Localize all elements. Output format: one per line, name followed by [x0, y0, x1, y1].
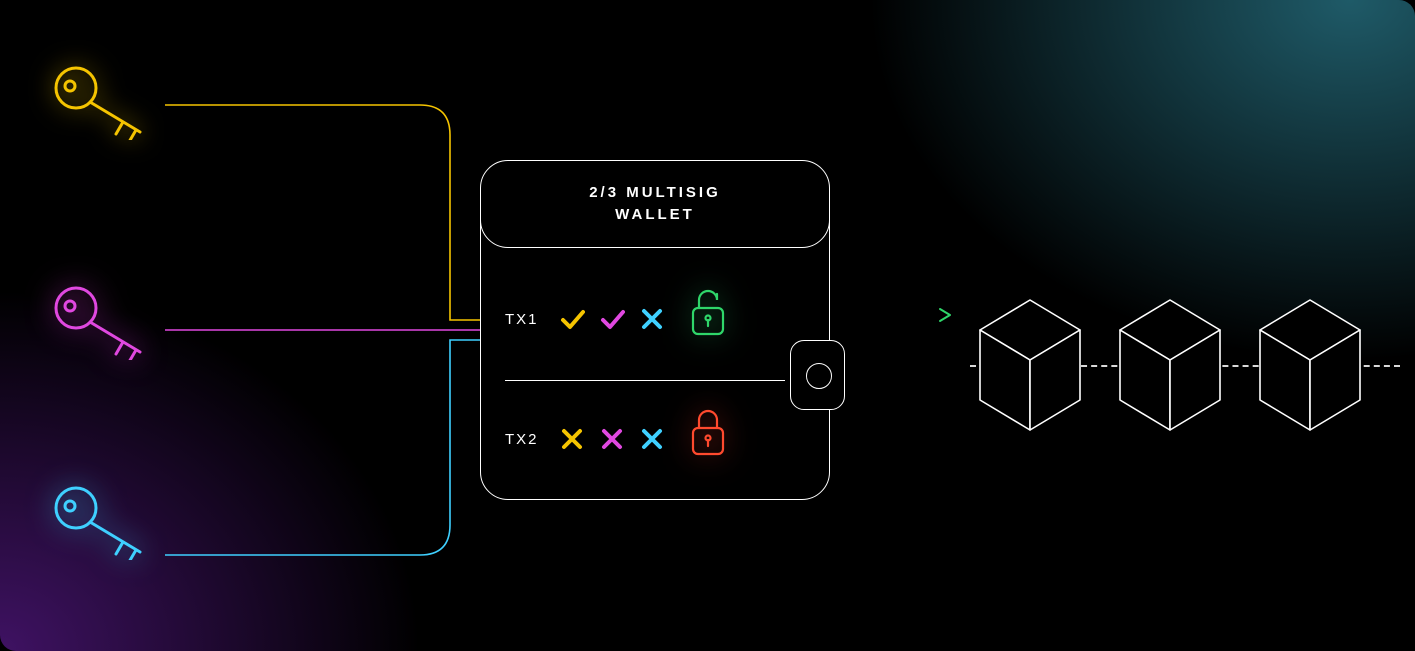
- tx2-row: TX2: [505, 418, 731, 460]
- blockchain-cubes: [970, 290, 1400, 440]
- tx1-label: TX1: [505, 311, 539, 328]
- check-icon-magenta: [599, 306, 625, 332]
- unlock-icon: [685, 284, 731, 340]
- wallet-title-line1: 2/3 MULTISIG: [589, 184, 721, 201]
- x-icon-cyan-2: [639, 426, 665, 452]
- check-icon-yellow: [559, 306, 585, 332]
- arrow-icon: [850, 300, 970, 330]
- diagram-canvas: 2/3 MULTISIG WALLET TX1 TX2: [0, 0, 1415, 651]
- lock-icon: [685, 404, 731, 460]
- wallet-header: 2/3 MULTISIG WALLET: [480, 160, 830, 248]
- wallet-divider: [505, 380, 785, 381]
- tx2-label: TX2: [505, 431, 539, 448]
- connector-lines: [0, 0, 500, 651]
- wallet-clasp: [790, 340, 845, 410]
- wallet-title-line2: WALLET: [615, 206, 695, 223]
- x-icon-cyan: [639, 306, 665, 332]
- x-icon-magenta: [599, 426, 625, 452]
- tx1-row: TX1: [505, 298, 731, 340]
- x-icon-yellow: [559, 426, 585, 452]
